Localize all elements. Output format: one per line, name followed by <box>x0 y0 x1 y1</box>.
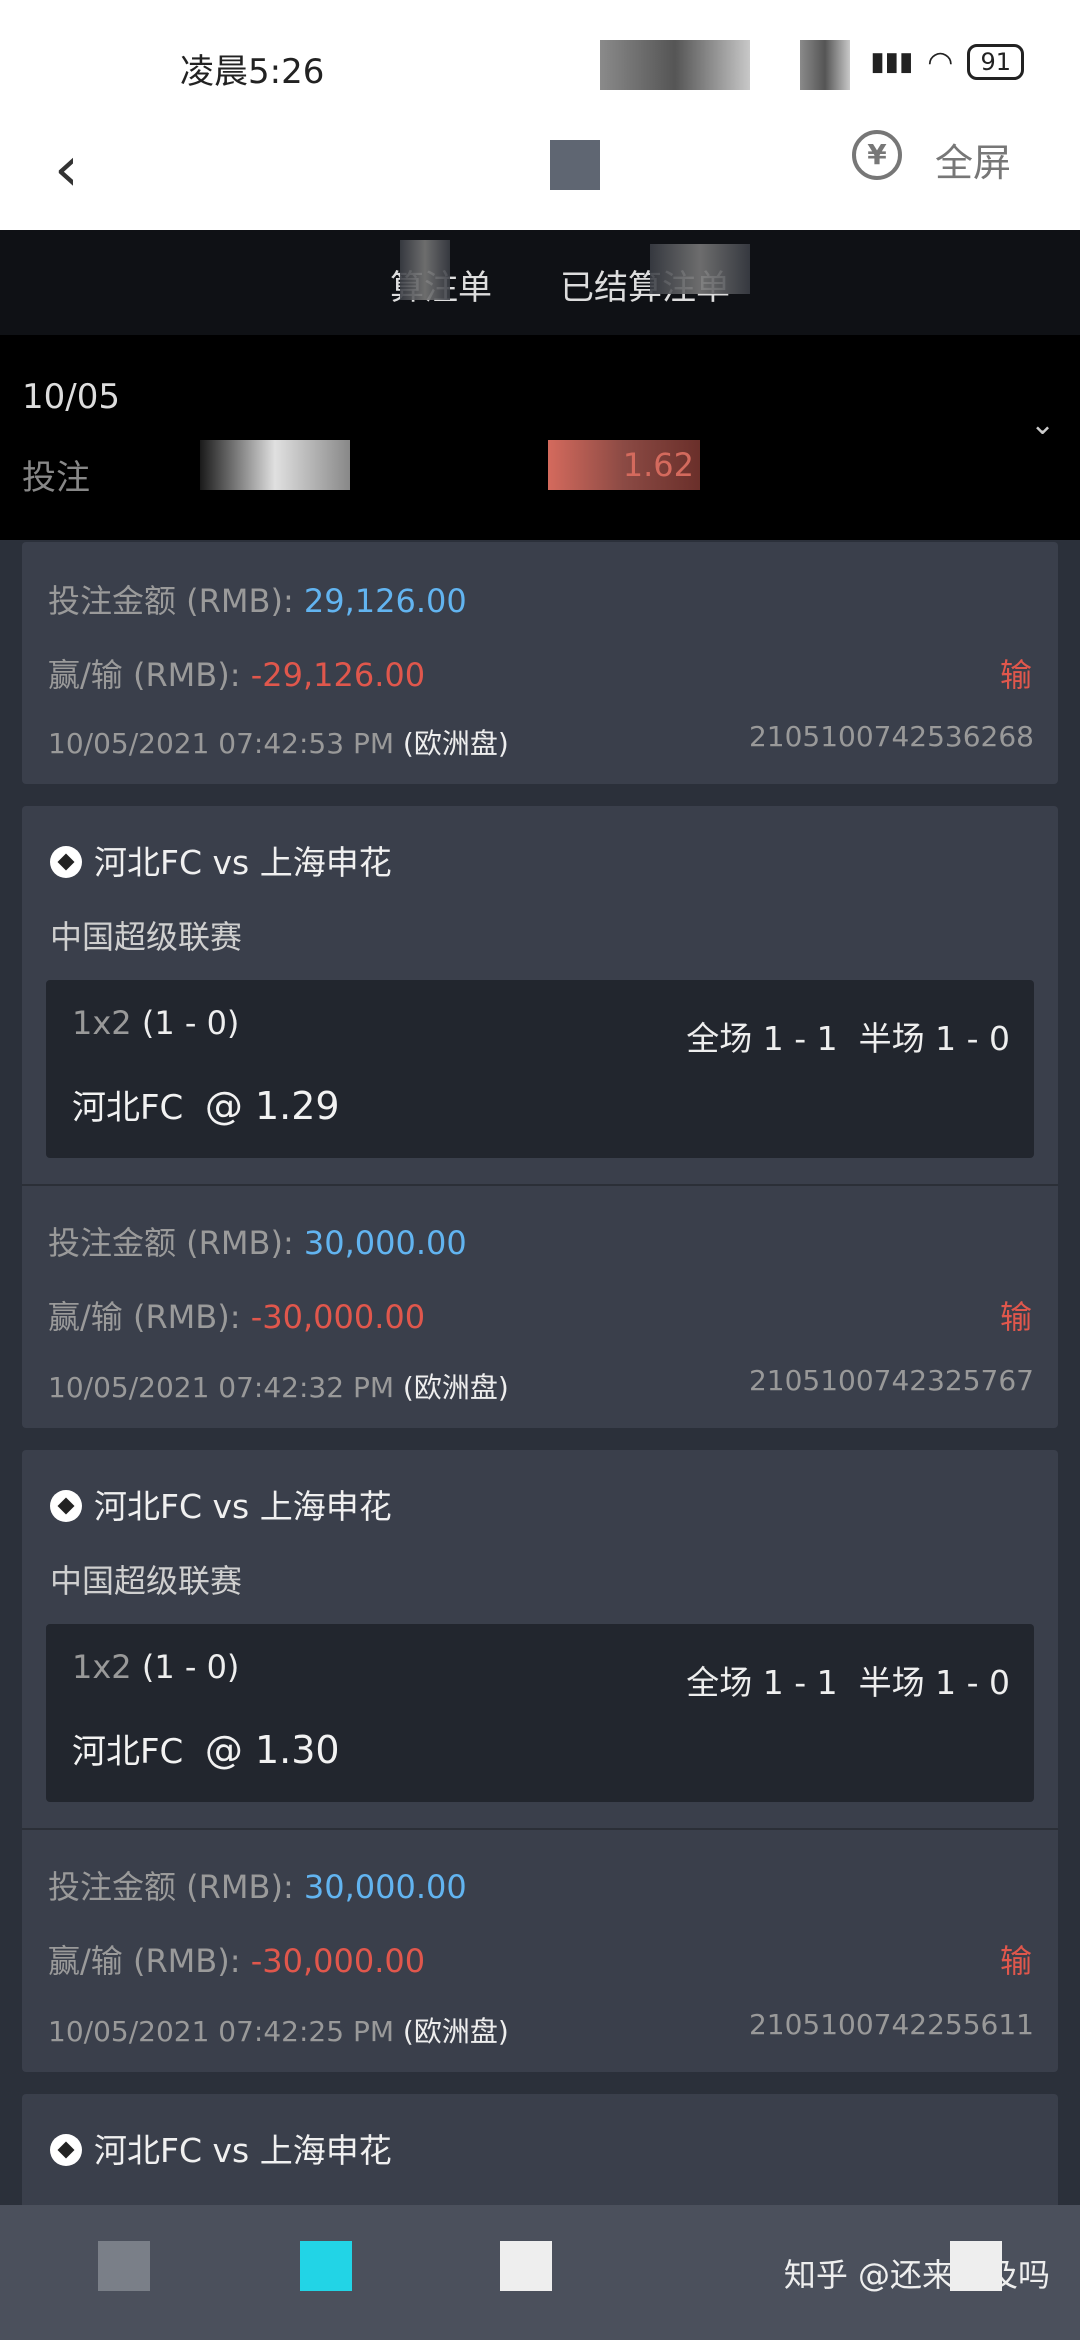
bet-time: 10/05/2021 07:42:53 PM (欧洲盘) <box>48 722 509 762</box>
chevron-down-icon[interactable]: ⌄ <box>1030 407 1055 442</box>
bet-card: 河北FC vs 上海申花 中国超级联赛 1x2 (1 - 0) 全场 1 - 1… <box>22 1450 1058 2072</box>
pick-odds: @ 1.29 <box>204 1084 340 1128</box>
stake-amount: 29,126.00 <box>303 582 467 620</box>
summary-blur <box>200 440 350 490</box>
match-name: 河北FC vs 上海申花 <box>94 1487 392 1526</box>
bet-time: 10/05/2021 07:42:32 PM (欧洲盘) <box>48 1366 509 1406</box>
time-text: 10/05/2021 07:42:25 PM <box>48 2015 394 2048</box>
bet-selection-box: 1x2 (1 - 0) 全场 1 - 1 半场 1 - 0 河北FC @ 1.2… <box>46 980 1034 1158</box>
full-time-score: 全场 1 - 1 <box>686 1019 838 1058</box>
bet-pick: 河北FC @ 1.29 <box>72 1080 340 1129</box>
winloss-label: 赢/输 (RMB): <box>48 1942 251 1980</box>
order-id: 2105100742536268 <box>748 720 1034 753</box>
status-bar: 凌晨5:26 ▮▮▮ ◠ 91 <box>0 0 1080 120</box>
match-title: 河北FC vs 上海申花 <box>50 836 392 884</box>
back-icon[interactable]: ‹ <box>54 138 79 200</box>
half-time-score: 半场 1 - 0 <box>858 1663 1010 1702</box>
tab-unsettled-blur <box>400 240 450 300</box>
stake-amount: 30,000.00 <box>303 1224 467 1262</box>
order-id: 2105100742255611 <box>748 2008 1034 2041</box>
status-icons: ▮▮▮ ◠ 91 <box>870 44 1024 80</box>
match-title: 河北FC vs 上海申花 <box>50 1480 392 1528</box>
bottom-nav: 知乎 @还来得及吗 <box>0 2205 1080 2340</box>
bet-score: (1 - 0) <box>141 1004 240 1042</box>
winloss-row: 赢/输 (RMB): -30,000.00 <box>48 1936 425 1982</box>
bet-type-code: 1x2 <box>72 1648 132 1686</box>
summary-value: 1.62 <box>548 440 700 490</box>
currency-icon[interactable]: ¥ <box>852 130 902 180</box>
result-badge: 输 <box>999 656 1032 694</box>
status-time: 凌晨5:26 <box>180 52 325 92</box>
result-badge: 输 <box>999 1298 1032 1336</box>
league-name: 中国超级联赛 <box>50 918 243 956</box>
summary-label: 投注 <box>22 458 90 498</box>
winloss-amount: -30,000.00 <box>250 1298 426 1336</box>
bet-score: (1 - 0) <box>141 1648 240 1686</box>
match-name: 河北FC vs 上海申花 <box>94 2131 392 2170</box>
fullscreen-button[interactable]: 全屏 <box>935 132 1011 187</box>
bet-selection-box: 1x2 (1 - 0) 全场 1 - 1 半场 1 - 0 河北FC @ 1.3… <box>46 1624 1034 1802</box>
full-time-score: 全场 1 - 1 <box>686 1663 838 1702</box>
stake-label: 投注金额 (RMB): <box>48 1224 304 1262</box>
match-name: 河北FC vs 上海申花 <box>94 843 392 882</box>
winloss-label: 赢/输 (RMB): <box>48 1298 251 1336</box>
soccer-ball-icon <box>50 2134 82 2166</box>
stake-label: 投注金额 (RMB): <box>48 1868 304 1906</box>
league-name: 中国超级联赛 <box>50 1562 243 1600</box>
result-badge: 输 <box>999 1942 1032 1980</box>
divider <box>22 1828 1058 1830</box>
time-text: 10/05/2021 07:42:32 PM <box>48 1371 394 1404</box>
bet-pick: 河北FC @ 1.30 <box>72 1724 340 1773</box>
match-title: 河北FC vs 上海申花 <box>50 2124 392 2172</box>
tab-settled-blur <box>650 244 750 294</box>
winloss-amount: -29,126.00 <box>250 656 426 694</box>
pick-odds: @ 1.30 <box>204 1728 340 1772</box>
pick-team: 河北FC <box>72 1732 184 1772</box>
pick-team: 河北FC <box>72 1088 184 1128</box>
soccer-ball-icon <box>50 1490 82 1522</box>
winloss-row: 赢/输 (RMB): -29,126.00 <box>48 650 425 696</box>
bet-type: 1x2 (1 - 0) <box>72 1648 239 1686</box>
market-type: (欧洲盘) <box>402 727 509 760</box>
page-title-blur <box>550 140 600 190</box>
final-score: 全场 1 - 1 半场 1 - 0 <box>686 1012 1010 1060</box>
summary-date: 10/05 <box>22 377 120 417</box>
stake-row: 投注金额 (RMB): 30,000.00 <box>48 1862 467 1908</box>
stake-row: 投注金额 (RMB): 30,000.00 <box>48 1218 467 1264</box>
order-id: 2105100742325767 <box>748 1364 1034 1397</box>
market-type: (欧洲盘) <box>402 1371 509 1404</box>
app-header: ‹ ¥ 全屏 <box>0 120 1080 230</box>
stake-label: 投注金额 (RMB): <box>48 582 304 620</box>
wifi-icon: ◠ <box>927 44 954 80</box>
bets-icon[interactable] <box>300 2241 352 2291</box>
bet-type-code: 1x2 <box>72 1004 132 1042</box>
bet-type: 1x2 (1 - 0) <box>72 1004 239 1042</box>
soccer-ball-icon <box>50 846 82 878</box>
status-notification-blur <box>800 40 850 90</box>
tabs-bar: 算注单 已结算注单 <box>0 230 1080 335</box>
watermark: 知乎 @还来得及吗 <box>783 2256 1050 2294</box>
winloss-amount: -30,000.00 <box>250 1942 426 1980</box>
bet-card: 河北FC vs 上海申花 <box>22 2094 1058 2214</box>
market-type: (欧洲盘) <box>402 2015 509 2048</box>
date-summary[interactable]: 10/05 投注 1.62 ⌄ <box>0 335 1080 540</box>
stake-row: 投注金额 (RMB): 29,126.00 <box>48 576 467 622</box>
home-icon[interactable] <box>98 2241 150 2291</box>
final-score: 全场 1 - 1 半场 1 - 0 <box>686 1656 1010 1704</box>
status-notification-blur <box>600 40 750 90</box>
winloss-row: 赢/输 (RMB): -30,000.00 <box>48 1292 425 1338</box>
divider <box>22 1184 1058 1186</box>
winloss-label: 赢/输 (RMB): <box>48 656 251 694</box>
bet-time: 10/05/2021 07:42:25 PM (欧洲盘) <box>48 2010 509 2050</box>
bet-card: 河北FC vs 上海申花 中国超级联赛 1x2 (1 - 0) 全场 1 - 1… <box>22 806 1058 1428</box>
menu-icon[interactable] <box>500 2241 552 2291</box>
stake-amount: 30,000.00 <box>303 1868 467 1906</box>
bet-card: 投注金额 (RMB): 29,126.00 赢/输 (RMB): -29,126… <box>22 542 1058 784</box>
signal-icon: ▮▮▮ <box>870 47 914 77</box>
time-text: 10/05/2021 07:42:53 PM <box>48 727 394 760</box>
battery-icon: 91 <box>967 44 1024 80</box>
half-time-score: 半场 1 - 0 <box>858 1019 1010 1058</box>
